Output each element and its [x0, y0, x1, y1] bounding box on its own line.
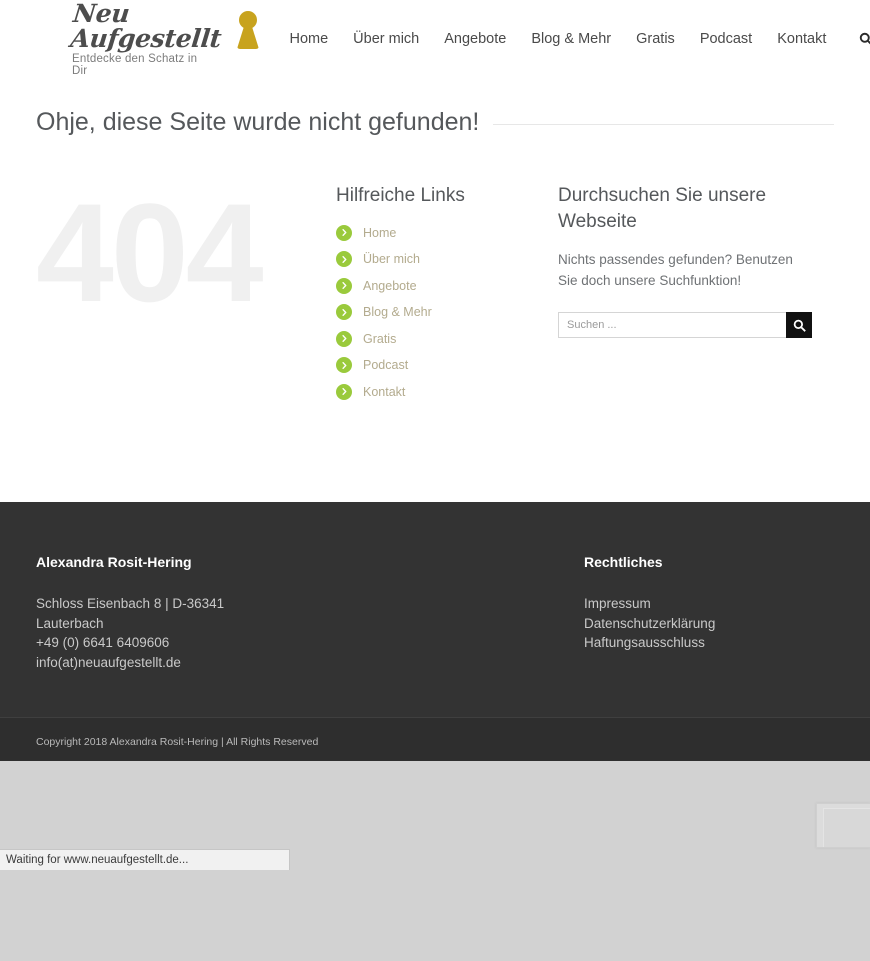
footer-legal-heading: Rechtliches	[584, 554, 663, 571]
search-section-body: Nichts passendes gefunden? Benutzen Sie …	[558, 252, 793, 289]
site-logo[interactable]: Neu Aufgestellt Entdecke den Schatz in D…	[69, 0, 259, 77]
copyright-bar: Copyright 2018 Alexandra Rosit-Hering | …	[0, 717, 870, 762]
helpful-links-heading: Hilfreiche Links	[336, 185, 465, 206]
footer-bottom-padding	[0, 672, 870, 718]
nav-item-kontakt[interactable]: Kontakt	[777, 31, 826, 47]
footer-phone: +49 (0) 6641 6409606	[36, 635, 170, 651]
footer-legal-column: Rechtliches Impressum Datenschutzerkläru…	[584, 554, 834, 672]
search-section-heading: Durchsuchen Sie unsere Webseite	[558, 185, 767, 232]
error-code-404: 404	[36, 174, 264, 331]
list-item[interactable]: Datenschutzerklärung	[584, 614, 834, 634]
list-item[interactable]: Kontakt	[336, 383, 558, 400]
site-footer: Alexandra Rosit-Hering Schloss Eisenbach…	[0, 502, 870, 673]
error-content: 404 Hilfreiche Links Home Über mich Ange…	[0, 137, 870, 410]
recaptcha-widget[interactable]	[816, 803, 870, 848]
search-submit-button[interactable]	[786, 312, 812, 339]
browser-status-text: Waiting for www.neuaufgestellt.de...	[6, 854, 189, 866]
recaptcha-inner	[823, 808, 870, 847]
nav-item-blog-mehr[interactable]: Blog & Mehr	[531, 31, 611, 47]
footer-contact-heading: Alexandra Rosit-Hering	[36, 554, 192, 571]
keyhole-icon	[236, 11, 259, 51]
nav-item-angebote[interactable]: Angebote	[444, 31, 506, 47]
list-item[interactable]: Blog & Mehr	[336, 304, 558, 321]
chevron-right-icon	[336, 224, 352, 241]
site-header: Neu Aufgestellt Entdecke den Schatz in D…	[0, 0, 870, 78]
footer-address-line-2: Lauterbach	[36, 615, 104, 631]
main-navigation: Home Über mich Angebote Blog & Mehr Grat…	[289, 31, 870, 47]
browser-status-bar: Waiting for www.neuaufgestellt.de...	[0, 849, 290, 870]
search-icon[interactable]	[859, 32, 870, 46]
footer-address-line-1: Schloss Eisenbach 8 | D-36341	[36, 596, 225, 612]
logo-tagline: Entdecke den Schatz in Dir	[72, 53, 198, 77]
helpful-link-blog-mehr[interactable]: Blog & Mehr	[363, 305, 432, 319]
title-divider	[493, 124, 834, 125]
nav-item-home[interactable]: Home	[289, 31, 328, 47]
list-item[interactable]: Impressum	[584, 594, 834, 614]
chevron-right-icon	[336, 277, 352, 294]
footer-contact-column: Alexandra Rosit-Hering Schloss Eisenbach…	[36, 554, 584, 672]
chevron-right-icon	[336, 330, 352, 347]
search-input[interactable]	[558, 312, 786, 339]
logo-row: Neu Aufgestellt	[69, 0, 259, 53]
chevron-right-icon	[336, 357, 352, 374]
list-item[interactable]: Haftungsausschluss	[584, 633, 834, 653]
footer-link-datenschutzerklaerung[interactable]: Datenschutzerklärung	[584, 614, 834, 634]
helpful-link-podcast[interactable]: Podcast	[363, 358, 408, 372]
list-item[interactable]: Home	[336, 224, 558, 241]
helpful-link-ueber-mich[interactable]: Über mich	[363, 252, 420, 266]
nav-item-ueber-mich[interactable]: Über mich	[353, 31, 419, 47]
helpful-link-kontakt[interactable]: Kontakt	[363, 385, 405, 399]
nav-item-podcast[interactable]: Podcast	[700, 31, 752, 47]
helpful-link-gratis[interactable]: Gratis	[363, 332, 396, 346]
nav-item-gratis[interactable]: Gratis	[636, 31, 675, 47]
chevron-right-icon	[336, 383, 352, 400]
page-title: Ohje, diese Seite wurde nicht gefunden!	[36, 108, 480, 136]
list-item[interactable]: Gratis	[336, 330, 558, 347]
page-root: Neu Aufgestellt Entdecke den Schatz in D…	[0, 0, 870, 961]
error-code-column: 404	[36, 175, 336, 410]
copyright-text: Copyright 2018 Alexandra Rosit-Hering | …	[36, 736, 319, 749]
footer-link-impressum[interactable]: Impressum	[584, 594, 834, 614]
logo-wordmark: Neu Aufgestellt	[69, 0, 223, 53]
list-item[interactable]: Podcast	[336, 357, 558, 374]
page-title-bar: Ohje, diese Seite wurde nicht gefunden!	[0, 78, 870, 137]
list-item[interactable]: Angebote	[336, 277, 558, 294]
search-form	[558, 312, 812, 339]
chevron-right-icon	[336, 251, 352, 268]
keyhole-body	[236, 25, 259, 49]
footer-legal-list: Impressum Datenschutzerklärung Haftungsa…	[584, 594, 834, 653]
site-search-column: Durchsuchen Sie unsere Webseite Nichts p…	[558, 175, 834, 410]
helpful-links-column: Hilfreiche Links Home Über mich Angebote…	[336, 175, 558, 410]
helpful-links-list: Home Über mich Angebote Blog & Mehr Grat…	[336, 224, 558, 400]
list-item[interactable]: Über mich	[336, 251, 558, 268]
footer-link-haftungsausschluss[interactable]: Haftungsausschluss	[584, 633, 834, 653]
helpful-link-home[interactable]: Home	[363, 226, 396, 240]
footer-email: info(at)neuaufgestellt.de	[36, 654, 181, 670]
helpful-link-angebote[interactable]: Angebote	[363, 279, 417, 293]
chevron-right-icon	[336, 304, 352, 321]
